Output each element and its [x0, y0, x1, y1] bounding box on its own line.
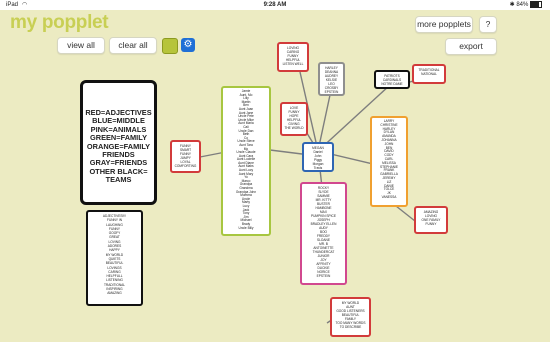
bluetooth-icon: ✱	[509, 2, 515, 8]
gear-icon: ⚙	[183, 39, 193, 50]
center-popplet[interactable]: MEGAN Daniel John Piggy Morgan Travis	[302, 142, 334, 172]
family-popplet[interactable]: Jamie Aunt. Mo Lilly Martin Ben Aunt Joa…	[221, 86, 271, 236]
amazing-popplet[interactable]: AMAZING LOVING ONE FAMILY FUNNY	[414, 206, 448, 234]
my-world-popplet[interactable]: MY WORLD AUNT GOOD LISTENERS BEAUTIFUL F…	[330, 297, 371, 337]
gray-friends-popplet[interactable]: HARLEY DEANNA AUDREY KELSIE LEO CROSBY E…	[318, 62, 345, 96]
status-bar: iPad ◠ 9:28 AM ✱ 84%	[0, 0, 550, 10]
loving-popplet[interactable]: LOVING CARING FUNNY HELPFUL LISTEN WELL	[277, 42, 309, 72]
animals-popplet[interactable]: ROCKY SLYDE SAMMIE MR. KITTY BUSTER HAMB…	[300, 182, 347, 285]
orange-friends-popplet[interactable]: LARRY CHRISTINE HARLEY DYLAN AMANDA JOHA…	[370, 116, 408, 207]
popplet-canvas[interactable]: my popplet view all clear all ⚙ more pop…	[0, 10, 550, 342]
status-time: 9:28 AM	[263, 2, 287, 8]
more-popplets-button[interactable]: more popplets	[415, 16, 473, 33]
legend-popplet[interactable]: RED=ADJECTIVES BLUE=MIDDLE PINK=ANIMALS …	[80, 80, 157, 205]
export-button[interactable]: export	[445, 38, 497, 55]
settings-button[interactable]: ⚙	[181, 38, 195, 52]
battery-percent: 84%	[516, 2, 529, 8]
help-button[interactable]: ?	[479, 16, 497, 33]
adjectives-popplet[interactable]: ADJECTIVES!!!! FUNNY IN LAUGHING FUNNY G…	[86, 210, 143, 306]
traditional-popplet[interactable]: TRADITIONAL NATIONAL	[412, 64, 446, 84]
battery-icon	[530, 0, 542, 8]
patriots-popplet[interactable]: PATRIOTS CARDINALS NOTRE DAME	[374, 70, 410, 89]
view-all-button[interactable]: view all	[57, 37, 105, 54]
love-popplet[interactable]: LOVE FUNNY HOPE HELPFUL GIVING THE WORLD	[280, 102, 308, 136]
app-title: my popplet	[10, 12, 109, 33]
battery-group: ✱ 84%	[510, 0, 542, 10]
clear-all-button[interactable]: clear all	[109, 37, 157, 54]
funny-popplet[interactable]: FUNNY SMART FUNNY JUMPY LOYAL COMFORTING	[170, 140, 201, 173]
color-swatch-green[interactable]	[162, 38, 178, 54]
